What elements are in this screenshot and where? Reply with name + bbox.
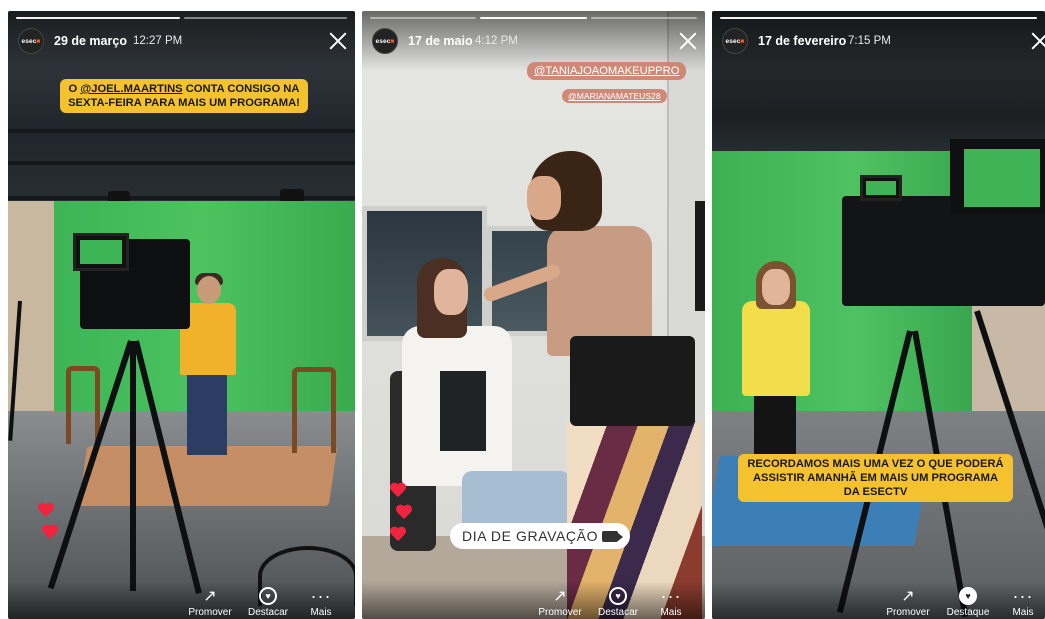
trend-up-icon: ↗: [901, 588, 915, 605]
reaction-hearts: [390, 483, 412, 549]
promote-button[interactable]: ↗ Promover: [178, 585, 242, 619]
more-label: Mais: [310, 607, 332, 618]
more-icon: ···: [1012, 586, 1034, 606]
heart-icon: [390, 483, 406, 497]
avatar[interactable]: esec■: [722, 28, 748, 54]
promote-label: Promover: [886, 607, 930, 618]
more-icon: ···: [310, 586, 332, 606]
trend-up-icon: ↗: [203, 588, 217, 605]
progress-segment: [590, 17, 697, 19]
story-date: 17 de maio: [408, 34, 473, 48]
story-actions-bar: ↗ Promover ♥ Destacar ··· Mais: [362, 581, 705, 619]
mention-sticker[interactable]: @MARIANAMATEUS28: [562, 89, 667, 103]
progress-segment: [720, 17, 1037, 19]
story-card-1[interactable]: esec■ 29 de março 12:27 PM O @JOEL.MAART…: [8, 11, 355, 619]
stories-archive-view: esec■ 29 de março 12:27 PM O @JOEL.MAART…: [0, 0, 1045, 619]
heart-icon: [390, 527, 406, 541]
story-date: 17 de fevereiro: [758, 34, 847, 48]
reaction-hearts: [38, 503, 58, 547]
video-camera-icon: [602, 531, 624, 542]
progress-segment: [480, 17, 587, 19]
heart-icon: [38, 503, 54, 517]
avatar[interactable]: esec■: [372, 28, 398, 54]
trend-up-icon: ↗: [553, 588, 567, 605]
story-3-photo: [712, 11, 1045, 619]
avatar[interactable]: esec■: [18, 28, 44, 54]
story-time: 7:15 PM: [848, 35, 891, 47]
story-card-2[interactable]: esec■ 17 de maio 4:12 PM @TANIAJOAOMAKEU…: [362, 11, 705, 619]
more-icon: ···: [660, 586, 682, 606]
caption-mention[interactable]: @JOEL.MAARTINS: [80, 83, 182, 95]
sticker-text: DIA DE GRAVAÇÃO: [462, 528, 599, 544]
progress-segment: [370, 17, 477, 19]
story-progress: [370, 17, 697, 19]
avatar-label: esec■: [375, 37, 395, 45]
story-progress: [16, 17, 347, 19]
more-label: Mais: [1012, 607, 1034, 618]
close-icon[interactable]: [1030, 31, 1045, 51]
promote-button[interactable]: ↗ Promover: [876, 585, 940, 619]
close-icon[interactable]: [678, 31, 698, 51]
mention-sticker[interactable]: @TANIAJOAOMAKEUPPRO: [527, 62, 687, 80]
text-sticker: DIA DE GRAVAÇÃO: [450, 523, 631, 549]
more-button[interactable]: ··· Mais: [991, 585, 1045, 619]
promote-button[interactable]: ↗ Promover: [528, 585, 592, 619]
progress-segment: [16, 17, 180, 19]
progress-segment: [183, 17, 347, 19]
heart-icon: [396, 505, 412, 519]
story-caption: O @JOEL.MAARTINS CONTA CONSIGO NA SEXTA-…: [60, 79, 308, 113]
story-card-3[interactable]: esec■ 17 de fevereiro 7:15 PM RECORDAMOS…: [712, 11, 1045, 619]
story-time: 4:12 PM: [475, 35, 518, 47]
story-caption: RECORDAMOS MAIS UMA VEZ O QUE PODERÁ ASS…: [738, 454, 1013, 502]
heart-icon: [42, 525, 58, 539]
close-icon[interactable]: [328, 31, 348, 51]
more-button[interactable]: ··· Mais: [639, 585, 703, 619]
promote-label: Promover: [538, 607, 582, 618]
avatar-label: esec■: [725, 37, 745, 45]
promote-label: Promover: [188, 607, 232, 618]
story-date: 29 de março: [54, 34, 127, 48]
story-time: 12:27 PM: [133, 35, 183, 47]
story-actions-bar: ↗ Promover ♥ Destacar ··· Mais: [8, 581, 355, 619]
more-button[interactable]: ··· Mais: [289, 585, 353, 619]
story-progress: [720, 17, 1037, 19]
story-actions-bar: ↗ Promover ♥ Destaque ··· Mais: [712, 581, 1045, 619]
caption-prefix: O: [68, 83, 81, 95]
more-label: Mais: [660, 607, 682, 618]
avatar-label: esec■: [21, 37, 41, 45]
